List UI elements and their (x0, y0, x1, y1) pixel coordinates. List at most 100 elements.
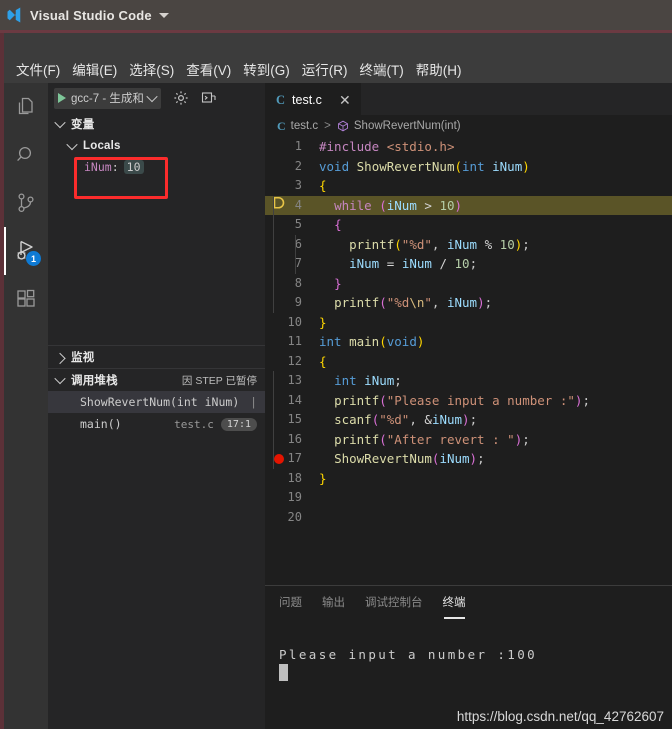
code-line-text: void ShowRevertNum(int iNum) (311, 157, 672, 177)
menu-goto[interactable]: 转到(G) (237, 57, 296, 81)
variables-pane-header[interactable]: 变量 (48, 113, 265, 135)
play-icon[interactable] (58, 93, 66, 103)
code-line[interactable]: 6 printf("%d", iNum % 10); (265, 234, 672, 254)
line-number: 15 (287, 412, 302, 426)
breadcrumb-symbol[interactable]: ShowRevertNum(int) (354, 120, 461, 132)
code-line[interactable]: 4 while (iNum > 10) (265, 195, 672, 216)
code-line[interactable]: 9 printf("%d\n", iNum); (265, 293, 672, 313)
menu-run[interactable]: 运行(R) (296, 57, 354, 81)
code-line[interactable]: 5 { (265, 215, 672, 235)
code-token: = (386, 256, 402, 271)
callstack-frame-main[interactable]: main() test.c 17:1 (48, 413, 265, 435)
line-number: 1 (294, 139, 302, 153)
activitybar-item-explorer[interactable] (4, 83, 48, 131)
breadcrumb: C test.c > ShowRevertNum(int) (265, 115, 672, 137)
open-debug-console-icon[interactable] (201, 90, 217, 106)
panel-tab-output[interactable]: 输出 (322, 594, 345, 612)
code-line[interactable]: 14 printf("Please input a number :"); (265, 390, 672, 410)
debug-configuration-select[interactable]: gcc-7 - 生成和 (54, 87, 161, 109)
activitybar-item-source-control[interactable] (4, 179, 48, 227)
chevron-down-icon[interactable] (146, 90, 158, 103)
breadcrumb-file[interactable]: test.c (291, 120, 318, 132)
activitybar-item-run-and-debug[interactable]: 1 (4, 227, 48, 275)
editor-tab-test-c[interactable]: C test.c ✕ (265, 83, 361, 116)
code-token: ; (582, 392, 590, 408)
chevron-down-icon[interactable] (158, 12, 169, 18)
code-token: iNum (492, 158, 523, 174)
menu-file[interactable]: 文件(F) (10, 57, 66, 81)
breakpoint-icon[interactable] (274, 453, 284, 464)
code-token: ( (379, 392, 387, 408)
editor-tab-label: test.c (292, 93, 322, 107)
indent-guide (273, 234, 274, 254)
code-line[interactable]: 8 } (265, 273, 672, 293)
activitybar-item-extensions[interactable] (4, 275, 48, 323)
symbol-method-icon (337, 120, 349, 132)
menu-select[interactable]: 选择(S) (123, 57, 180, 81)
variables-pane-title: 变量 (71, 119, 95, 131)
bottom-panel: 问题 输出 调试控制台 终端 Please input a number :10… (265, 585, 672, 729)
terminal-cursor (279, 664, 288, 681)
line-number: 10 (287, 314, 302, 329)
window-titlebar: Visual Studio Code (0, 0, 672, 30)
line-number: 6 (294, 236, 302, 251)
code-token: "After revert : " (386, 431, 515, 447)
code-token: ) (454, 197, 463, 213)
callstack-pane-header[interactable]: 调用堆栈 因 STEP 已暂停 (48, 369, 265, 391)
code-line[interactable]: 20 (265, 508, 672, 528)
code-line[interactable]: 11 int main(void) (265, 332, 672, 352)
code-token: , (431, 236, 447, 252)
panel-tab-terminal[interactable]: 终端 (443, 594, 466, 619)
code-line[interactable]: 2 void ShowRevertNum(int iNum) (265, 157, 672, 177)
activitybar-item-search[interactable] (4, 131, 48, 179)
indent-guide (273, 371, 274, 391)
menu-edit[interactable]: 编辑(E) (66, 57, 123, 81)
code-token: ( (394, 236, 402, 252)
watch-pane-header[interactable]: 监视 (48, 346, 265, 368)
code-editor[interactable]: 1 #include <stdio.h> 2 void ShowRevertNum(i… (265, 137, 672, 585)
line-number: 3 (294, 178, 302, 192)
editor-tabbar: C test.c ✕ (265, 83, 672, 116)
code-token: ; (469, 412, 478, 427)
code-line[interactable]: 15 scanf("%d", &iNum); (265, 410, 672, 430)
code-token: "%d" (379, 412, 410, 427)
window-title: Visual Studio Code (30, 7, 152, 23)
code-line[interactable]: 1 #include <stdio.h> (265, 137, 672, 157)
code-line[interactable]: 10} (265, 313, 672, 333)
variables-scope-locals[interactable]: Locals (48, 135, 265, 157)
code-line[interactable]: 7 iNum = iNum / 10; (265, 254, 672, 274)
code-token: while (334, 197, 380, 213)
code-line-text: while (iNum > 10) (311, 196, 672, 216)
code-line[interactable]: 17 ShowRevertNum(iNum); (265, 449, 672, 469)
variable-row-inum[interactable]: iNum : 10 (48, 157, 265, 177)
line-number: 8 (294, 275, 302, 290)
code-token: ( (379, 334, 387, 349)
menu-terminal[interactable]: 终端(T) (354, 57, 410, 81)
menu-view[interactable]: 查看(V) (180, 57, 237, 81)
code-line[interactable]: 19 (265, 488, 672, 508)
close-icon[interactable]: ✕ (338, 93, 352, 107)
debug-configuration-label: gcc-7 - 生成和 (71, 93, 144, 105)
code-line[interactable]: 12 { (265, 352, 672, 372)
code-token: } (334, 275, 342, 291)
code-line[interactable]: 13 int iNum; (265, 371, 672, 391)
code-line[interactable]: 3{ (265, 176, 672, 196)
menu-help[interactable]: 帮助(H) (410, 57, 468, 81)
code-token: " (424, 295, 432, 310)
gear-icon[interactable] (173, 90, 189, 106)
panel-tab-debug-console[interactable]: 调试控制台 (365, 594, 423, 612)
code-token: 10 (499, 236, 515, 252)
code-line-text: #include <stdio.h> (311, 137, 672, 157)
code-line-text: { (311, 215, 672, 235)
code-line[interactable]: 16 printf("After revert : "); (265, 429, 672, 449)
code-line[interactable]: 18} (265, 469, 672, 489)
callstack-frame-showrevertnum[interactable]: ShowRevertNum(int iNum) | (48, 391, 265, 413)
code-line-text: } (311, 313, 672, 333)
callstack-frame-label: ShowRevertNum(int iNum) (80, 395, 240, 409)
panel-tab-problems[interactable]: 问题 (279, 594, 302, 612)
callstack-pane-title: 调用堆栈 (71, 375, 118, 387)
terminal[interactable]: Please input a number :100 (265, 619, 672, 681)
